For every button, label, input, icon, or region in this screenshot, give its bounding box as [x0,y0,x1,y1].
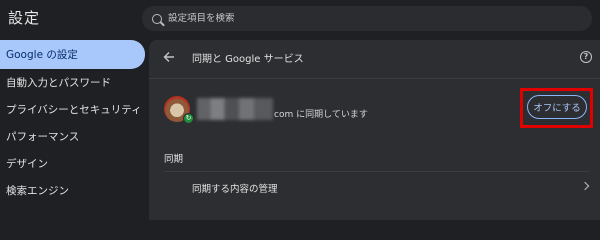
search-input[interactable] [168,13,568,24]
app-title: 設定 [8,9,41,27]
page-title: 同期と Google サービス [192,54,304,65]
sidebar-item-label: プライバシーとセキュリティ [6,104,142,116]
sidebar-item-label: 検索エンジン [6,185,69,197]
sidebar-item-search-engine[interactable]: 検索エンジン [0,177,145,204]
sidebar-item-label: パフォーマンス [6,131,80,143]
redacted-email [197,98,273,120]
chevron-right-icon [580,181,590,191]
account-sync-status: com に同期しています [274,110,368,120]
sync-settings-panel: 同期と Google サービス ? ↻ com に同期しています オフにする 同… [149,40,600,220]
sidebar-item-label: デザイン [6,158,48,170]
help-icon[interactable]: ? [580,51,592,63]
sidebar-item-label: 自動入力とパスワード [6,77,111,89]
settings-window: 設定 Google の設定 自動入力とパスワード プライバシーとセキュリティ パ… [0,0,600,220]
search-box[interactable] [142,6,592,31]
sync-badge-icon: ↻ [183,113,194,124]
sidebar-item-google-settings[interactable]: Google の設定 [0,40,145,69]
row-divider [164,171,589,172]
sidebar-item-privacy-security[interactable]: プライバシーとセキュリティ [0,96,145,123]
arrow-left-icon[interactable] [162,50,176,64]
section-heading-sync: 同期 [164,154,184,165]
panel-header: 同期と Google サービス ? [149,40,600,74]
sidebar: Google の設定 自動入力とパスワード プライバシーとセキュリティ パフォー… [0,40,145,204]
turn-off-sync-button[interactable]: オフにする [527,95,587,119]
sidebar-item-appearance[interactable]: デザイン [0,150,145,177]
header-divider [149,78,600,79]
manage-sync-row[interactable]: 同期する内容の管理 [149,173,600,201]
sidebar-item-autofill-passwords[interactable]: 自動入力とパスワード [0,69,145,96]
manage-sync-label: 同期する内容の管理 [192,184,278,195]
top-bar: 設定 [0,0,600,36]
sidebar-item-label: Google の設定 [6,49,78,61]
sidebar-item-performance[interactable]: パフォーマンス [0,123,145,150]
search-icon [152,13,162,24]
